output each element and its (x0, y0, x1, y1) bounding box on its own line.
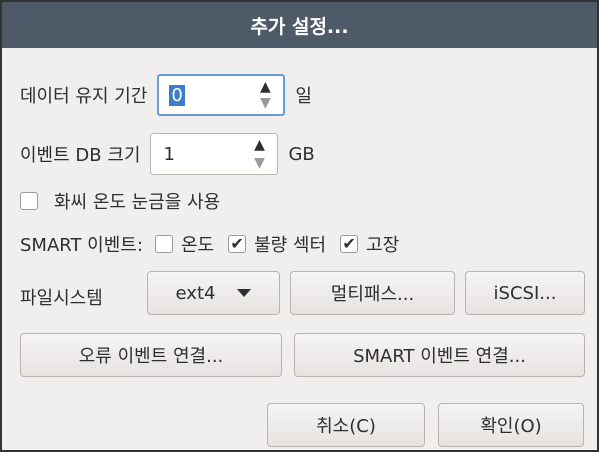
smart-event-link-label: SMART 이벤트 연결... (353, 346, 526, 367)
failure-checkbox[interactable]: ✔ (340, 234, 359, 253)
fahrenheit-label: 화씨 온도 눈금을 사용 (54, 192, 221, 213)
check-icon: ✔ (230, 234, 244, 253)
event-db-stepper: ▲ ▼ (247, 137, 271, 171)
filesystem-row: 파일시스템 (20, 284, 103, 310)
decrement-icon[interactable]: ▼ (260, 95, 271, 111)
decrement-icon[interactable]: ▼ (254, 155, 265, 171)
event-db-row: 이벤트 DB 크기 1 ▲ ▼ GB (20, 133, 315, 175)
iscsi-button-label: iSCSI... (493, 282, 557, 304)
event-db-unit: GB (288, 143, 315, 165)
filesystem-label: 파일시스템 (20, 288, 103, 309)
dialog-titlebar: 추가 설정... (2, 2, 597, 48)
smart-event-link-button[interactable]: SMART 이벤트 연결... (294, 333, 585, 377)
temperature-label: 온도 (180, 235, 215, 256)
error-event-link-label: 오류 이벤트 연결... (78, 346, 224, 367)
bad-sector-checkbox[interactable]: ✔ (228, 234, 247, 253)
data-retention-value[interactable]: 0 (169, 84, 185, 106)
multipath-button-label: 멀티패스... (330, 284, 415, 305)
data-retention-row: 데이터 유지 기간 0 ▲ ▼ 일 (20, 74, 312, 116)
check-icon: ✔ (342, 234, 356, 253)
ok-button[interactable]: 확인(O) (438, 403, 584, 447)
multipath-button[interactable]: 멀티패스... (290, 271, 455, 315)
failure-label: 고장 (366, 235, 400, 256)
event-db-label: 이벤트 DB 크기 (20, 145, 141, 166)
iscsi-button[interactable]: iSCSI... (465, 271, 585, 315)
filesystem-combobox[interactable]: ext4 (147, 271, 280, 315)
error-event-link-button[interactable]: 오류 이벤트 연결... (20, 333, 282, 377)
increment-icon[interactable]: ▲ (254, 137, 265, 153)
event-db-spinner[interactable]: 1 ▲ ▼ (150, 133, 279, 175)
ok-button-label: 확인(O) (480, 416, 542, 437)
filesystem-value: ext4 (175, 282, 216, 304)
data-retention-spinner[interactable]: 0 ▲ ▼ (157, 74, 286, 116)
cancel-button-label: 취소(C) (316, 416, 376, 437)
increment-icon[interactable]: ▲ (260, 79, 271, 95)
fahrenheit-checkbox[interactable] (20, 192, 38, 210)
fahrenheit-row: 화씨 온도 눈금을 사용 (20, 188, 220, 214)
temperature-checkbox[interactable] (154, 235, 173, 253)
dialog-title: 추가 설정... (250, 15, 349, 38)
data-retention-stepper: ▲ ▼ (253, 79, 277, 111)
smart-events-row: SMART 이벤트: 온도 ✔ 불량 섹터 ✔ 고장 (20, 231, 399, 257)
data-retention-unit: 일 (295, 86, 312, 107)
data-retention-label: 데이터 유지 기간 (20, 86, 148, 107)
chevron-down-icon (237, 289, 252, 297)
cancel-button[interactable]: 취소(C) (267, 403, 425, 447)
event-db-value[interactable]: 1 (151, 144, 174, 165)
settings-dialog: 추가 설정... 데이터 유지 기간 0 ▲ ▼ 일 이벤트 DB 크기 1 ▲… (0, 0, 599, 452)
bad-sector-label: 불량 섹터 (254, 235, 327, 256)
smart-events-label: SMART 이벤트: (20, 235, 143, 256)
